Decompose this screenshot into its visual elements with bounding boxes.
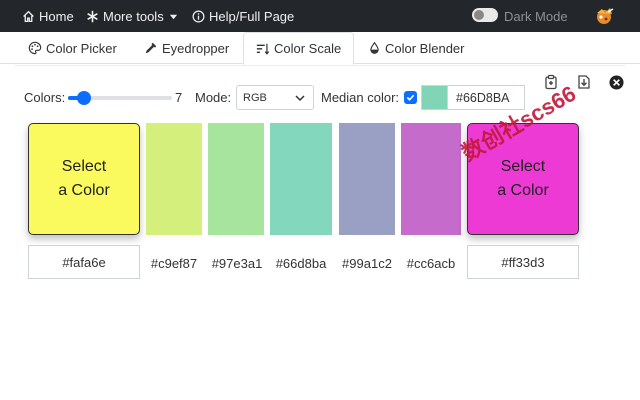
step-hex-label: #99a1c2 — [342, 256, 392, 271]
mode-value: RGB — [243, 91, 267, 104]
extension-logo-icon — [597, 8, 614, 24]
tab-color-blender[interactable]: Color Blender — [356, 32, 477, 64]
check-icon — [406, 94, 415, 101]
colors-value: 7 — [175, 89, 183, 105]
step-hex-label: #97e3a1 — [211, 256, 263, 271]
help-link[interactable]: Help/Full Page — [192, 0, 294, 32]
scale-step-swatch — [339, 123, 395, 235]
close-icon[interactable] — [609, 75, 624, 90]
tool-tabs: Color Picker Eyedropper Color Scale Colo… — [0, 32, 640, 65]
tab-label: Color Blender — [385, 40, 465, 56]
median-label: Median color: — [321, 89, 400, 105]
tab-label: Eyedropper — [162, 40, 230, 56]
dark-mode-toggle[interactable] — [472, 8, 498, 22]
home-link[interactable]: Home — [22, 0, 74, 32]
mode-label: Mode: — [195, 89, 232, 105]
download-icon[interactable] — [576, 74, 592, 90]
more-tools-dropdown[interactable]: More tools — [86, 0, 182, 32]
dark-mode-label: Dark Mode — [504, 8, 568, 24]
tab-label: Color Picker — [46, 40, 117, 56]
info-circle-icon — [192, 10, 205, 22]
sort-lines-icon — [256, 43, 270, 55]
tab-eyedropper[interactable]: Eyedropper — [132, 32, 241, 64]
scale-step-swatch — [270, 123, 332, 235]
scale-step-swatch — [146, 123, 202, 235]
caret-down-icon — [169, 14, 177, 19]
scale-step-swatch — [401, 123, 461, 235]
median-checkbox[interactable] — [404, 91, 417, 104]
start-color-swatch[interactable]: Select a Color — [28, 123, 140, 235]
tab-color-scale[interactable]: Color Scale — [243, 32, 355, 65]
help-label: Help/Full Page — [209, 8, 295, 24]
palette-icon — [28, 41, 42, 55]
eyedropper-icon — [145, 42, 157, 54]
toggle-knob — [474, 10, 484, 20]
mode-select[interactable]: RGB — [236, 85, 314, 110]
asterisk-icon — [87, 10, 98, 22]
tab-color-picker[interactable]: Color Picker — [16, 32, 129, 64]
tab-label: Color Scale — [274, 41, 342, 56]
droplet-icon — [370, 41, 379, 54]
home-icon — [23, 10, 34, 22]
step-hex-label: #c9ef87 — [150, 256, 198, 271]
panel-divider — [14, 65, 626, 66]
slider-thumb[interactable] — [77, 91, 91, 105]
home-label: Home — [39, 8, 74, 24]
chevron-down-icon — [295, 95, 305, 102]
colors-label: Colors: — [24, 89, 66, 105]
colors-slider[interactable] — [68, 91, 172, 105]
start-hex-field[interactable]: #fafa6e — [28, 245, 140, 279]
scale-step-swatch — [208, 123, 264, 235]
step-hex-label: #66d8ba — [275, 256, 327, 271]
end-hex-field[interactable]: #ff33d3 — [467, 245, 579, 279]
step-hex-label: #cc6acb — [406, 256, 456, 271]
median-color-swatch — [421, 85, 447, 110]
more-tools-label: More tools — [103, 8, 164, 24]
top-navbar: Home More tools Help/Full Page Dark Mode — [0, 0, 640, 32]
